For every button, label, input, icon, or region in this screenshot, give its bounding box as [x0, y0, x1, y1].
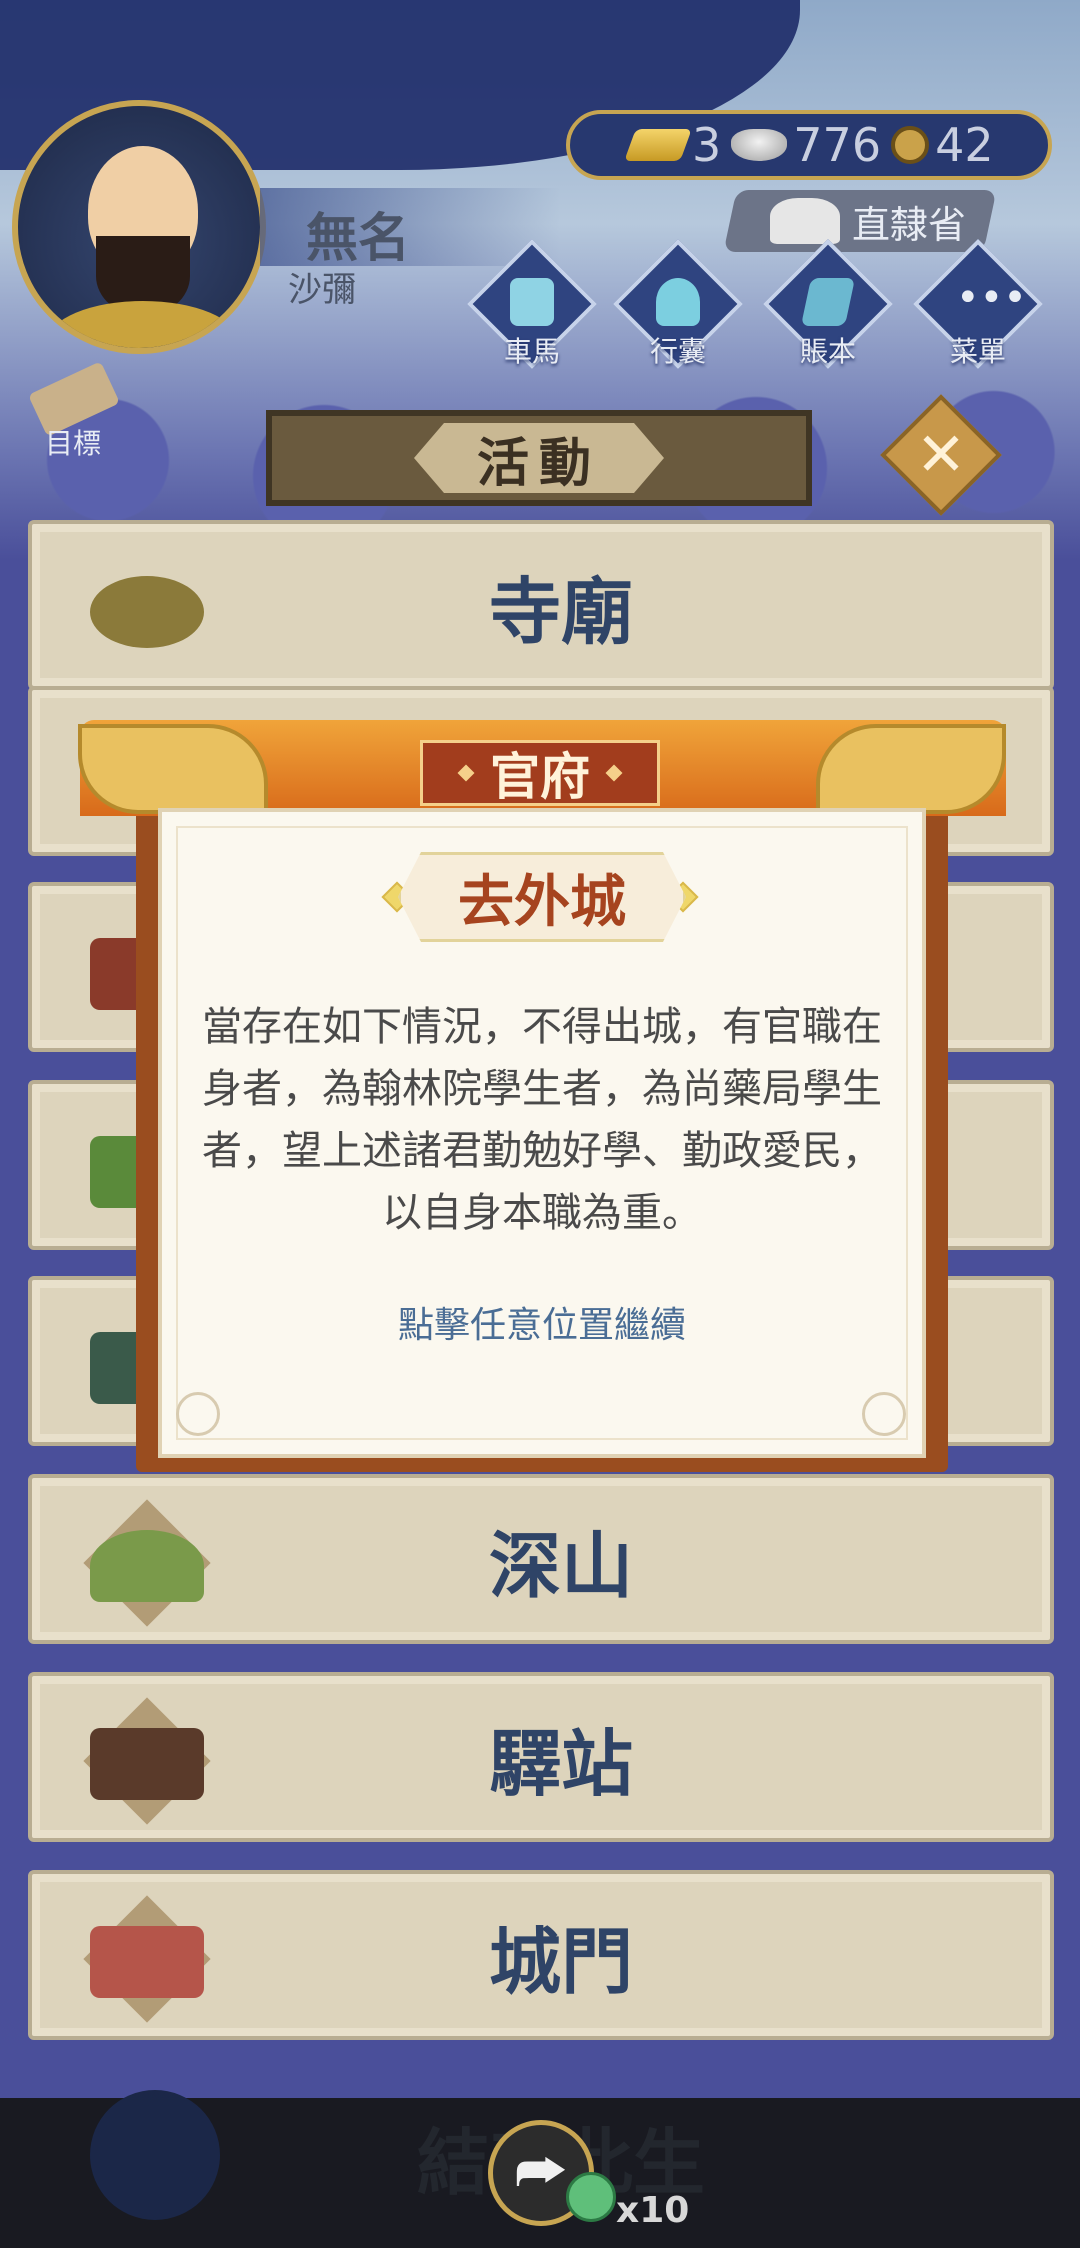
list-item-city-gate[interactable]: 城門 — [28, 1870, 1054, 2040]
list-item[interactable]: 寺廟 — [28, 520, 1054, 690]
share-reward-icon — [566, 2172, 616, 2222]
modal-wing-left — [78, 724, 268, 814]
silver-count: 776 — [793, 118, 882, 172]
menu-button-bag[interactable]: 行囊 — [612, 238, 744, 378]
player-name: 無名 — [306, 209, 411, 269]
modal-subtitle-plate: 去外城 — [398, 852, 686, 942]
copper-count: 42 — [935, 118, 994, 172]
menu-button-ledger[interactable]: 賬本 — [762, 238, 894, 378]
modal-title: 官府 — [490, 748, 590, 806]
menu-label: 車馬 — [503, 335, 560, 368]
copper-coin-icon — [891, 126, 930, 164]
activity-title: 活動 — [414, 423, 664, 493]
menu-label: 賬本 — [799, 335, 856, 368]
silver-ingot-icon — [731, 129, 788, 161]
more-icon: ••• — [956, 275, 1027, 321]
gold-ingot-icon — [624, 129, 692, 161]
list-item-label: 深山 — [488, 1523, 633, 1608]
gold-resource: 3 — [624, 118, 722, 172]
list-item-label: 城門 — [488, 1919, 633, 2004]
player-avatar[interactable] — [12, 100, 266, 354]
copper-resource: 42 — [891, 118, 994, 172]
activity-title-banner: 活動 — [266, 410, 812, 506]
corner-ornament — [862, 1392, 906, 1436]
title-dot-icon — [457, 764, 475, 782]
menu-label: 菜單 — [949, 335, 1006, 368]
bag-icon — [656, 278, 700, 326]
resource-bar: 3 776 42 — [566, 110, 1052, 180]
avatar-robe — [48, 301, 238, 348]
continue-hint[interactable]: 點擊任意位置繼續 — [158, 1296, 926, 1348]
close-icon[interactable]: ✕ — [898, 412, 984, 498]
location-name: 直隸省 — [852, 203, 967, 247]
title-dot-icon — [605, 764, 623, 782]
modal-subtitle: 去外城 — [458, 869, 626, 935]
goal-button[interactable]: 目標 — [18, 361, 128, 460]
modal-title-plate: 官府 — [420, 740, 660, 806]
corner-ornament — [176, 1392, 220, 1436]
share-icon: ⮫ — [514, 2140, 568, 2205]
menu-label: 行囊 — [649, 335, 706, 368]
carriage-icon — [510, 278, 554, 326]
goal-label: 目標 — [44, 427, 101, 460]
menu-button-carriage[interactable]: 車馬 — [466, 238, 598, 378]
list-item-post-station[interactable]: 驛站 — [28, 1672, 1054, 1842]
gold-count: 3 — [692, 118, 722, 172]
player-rank: 沙彌 — [288, 270, 356, 310]
modal-message: 當存在如下情況，不得出城，有官職在身者，為翰林院學生者，為尚藥局學生者，望上述諸… — [202, 1004, 882, 1236]
menu-button-more[interactable]: ••• 菜單 — [912, 238, 1044, 378]
list-item-mountain[interactable]: 深山 — [28, 1474, 1054, 1644]
list-item-label: 驛站 — [488, 1721, 633, 1806]
list-item-label: 寺廟 — [488, 569, 633, 654]
official-hat-icon — [770, 198, 840, 244]
silver-resource: 776 — [731, 118, 881, 172]
modal-wing-right — [816, 724, 1006, 814]
share-count: x10 — [616, 2190, 690, 2231]
